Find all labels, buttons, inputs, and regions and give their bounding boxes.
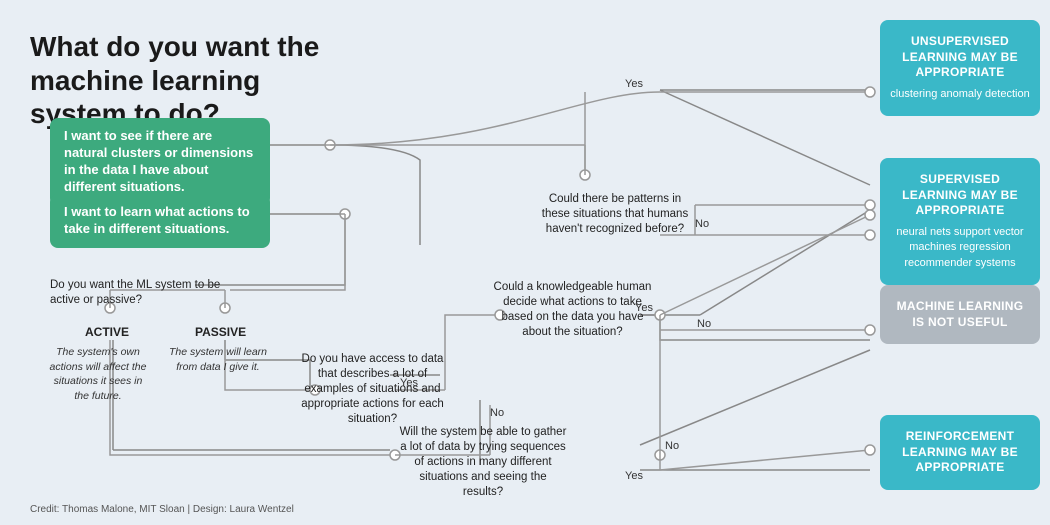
label-human-yes: Yes [635,302,653,314]
label-access-yes: Yes [400,377,418,389]
decision-knowledgeable-human: Could a knowledgeable human decide what … [490,280,655,340]
result-reinforcement-title: REINFORCEMENT LEARNING MAY BE APPROPRIAT… [890,429,1030,476]
result-reinforcement: REINFORCEMENT LEARNING MAY BE APPROPRIAT… [880,415,1040,490]
result-unsupervised-subtitle: clustering anomaly detection [890,87,1030,102]
decision-access-data: Do you have access to data that describe… [295,352,450,427]
result-supervised-subtitle: neural nets support vector machines regr… [890,225,1030,271]
label-patterns-no: No [695,218,709,230]
label-human-no: No [697,318,711,330]
credit: Credit: Thomas Malone, MIT Sloan | Desig… [30,504,294,515]
decision-gather-data: Will the system be able to gather a lot … [398,425,568,500]
passive-description: The system will learn from data I give i… [168,345,268,374]
result-not-useful-title: MACHINE LEARNING IS NOT USEFUL [890,299,1030,330]
label-access-no: No [490,407,504,419]
label-gather-yes: Yes [625,470,643,482]
result-unsupervised-title: UNSUPERVISED LEARNING MAY BE APPROPRIATE [890,34,1030,81]
label-patterns-yes: Yes [625,78,643,90]
label-gather-no: No [665,440,679,452]
start-box-actions: I want to learn what actions to take in … [50,194,270,248]
result-unsupervised: UNSUPERVISED LEARNING MAY BE APPROPRIATE… [880,20,1040,116]
result-supervised-title: SUPERVISED LEARNING MAY BE APPROPRIATE [890,172,1030,219]
decision-patterns: Could there be patterns in these situati… [540,192,690,237]
start-box-clusters: I want to see if there are natural clust… [50,118,270,206]
decision-active-passive: Do you want the ML system to be active o… [50,278,250,308]
page-title: What do you want the machine learning sy… [30,30,350,131]
result-supervised: SUPERVISED LEARNING MAY BE APPROPRIATE n… [880,158,1040,285]
active-description: The system's own actions will affect the… [48,345,148,404]
result-not-useful: MACHINE LEARNING IS NOT USEFUL [880,285,1040,344]
passive-label: PASSIVE [195,325,246,339]
active-label: ACTIVE [85,325,129,339]
